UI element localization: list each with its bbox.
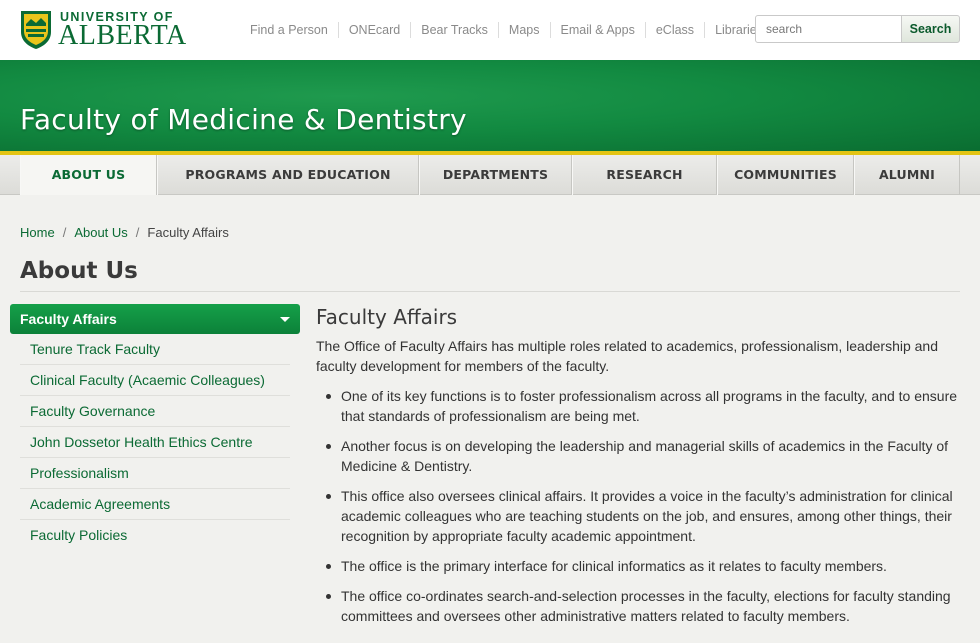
link-bear-tracks[interactable]: Bear Tracks (410, 22, 498, 38)
breadcrumb-separator: / (135, 225, 140, 240)
logo-text-bottom: ALBERTA (58, 20, 187, 51)
link-eclass[interactable]: eClass (644, 22, 704, 38)
nav-alumni[interactable]: ALUMNI (854, 155, 960, 195)
list-item: This office also oversees clinical affai… (316, 486, 962, 546)
breadcrumb-home[interactable]: Home (20, 225, 55, 240)
search-input[interactable] (755, 15, 903, 43)
sidebar-item-faculty-policies[interactable]: Faculty Policies (20, 520, 290, 551)
main-navigation: ABOUT US PROGRAMS AND EDUCATION DEPARTME… (0, 155, 980, 195)
university-crest-icon (21, 11, 51, 49)
list-item: Another focus is on developing the leade… (316, 436, 962, 476)
intro-paragraph: The Office of Faculty Affairs has multip… (316, 338, 939, 374)
responsibilities-list: One of its key functions is to foster pr… (316, 386, 962, 626)
nav-research[interactable]: RESEARCH (572, 155, 717, 195)
banner-title[interactable]: Faculty of Medicine & Dentistry (20, 103, 467, 136)
title-divider (20, 291, 960, 292)
list-item: The office co-ordinates search-and-selec… (316, 586, 962, 626)
sidebar-item-faculty-governance[interactable]: Faculty Governance (20, 396, 290, 427)
sidebar-menu: Tenure Track Faculty Clinical Faculty (A… (20, 334, 290, 551)
page-title: About Us (20, 258, 138, 284)
link-email-apps[interactable]: Email & Apps (549, 22, 645, 38)
nav-programs-and-education[interactable]: PROGRAMS AND EDUCATION (157, 155, 419, 195)
link-find-a-person[interactable]: Find a Person (240, 22, 338, 38)
search-button[interactable]: Search (901, 15, 960, 43)
breadcrumb: Home / About Us / Faculty Affairs (20, 225, 229, 240)
link-onecard[interactable]: ONEcard (337, 22, 410, 38)
sidebar-item-health-ethics-centre[interactable]: John Dossetor Health Ethics Centre (20, 427, 290, 458)
sidebar-section-heading[interactable]: Faculty Affairs (10, 304, 300, 334)
main-content: Faculty Affairs The Office of Faculty Af… (316, 304, 962, 636)
sidebar-heading-label: Faculty Affairs (20, 311, 117, 327)
list-item: One of its key functions is to foster pr… (316, 386, 962, 426)
nav-about-us[interactable]: ABOUT US (20, 155, 157, 195)
top-utility-bar: UNIVERSITY OF ALBERTA Find a Person ONEc… (0, 0, 980, 60)
breadcrumb-current: Faculty Affairs (147, 225, 229, 240)
breadcrumb-separator: / (62, 225, 67, 240)
sidebar-item-tenure-track-faculty[interactable]: Tenure Track Faculty (20, 334, 290, 365)
breadcrumb-about-us[interactable]: About Us (74, 225, 127, 240)
nav-communities[interactable]: COMMUNITIES (717, 155, 854, 195)
sidebar-item-academic-agreements[interactable]: Academic Agreements (20, 489, 290, 520)
university-logo[interactable]: UNIVERSITY OF ALBERTA (20, 10, 192, 52)
sidebar-item-clinical-faculty[interactable]: Clinical Faculty (Acaemic Colleagues) (20, 365, 290, 396)
content-heading: Faculty Affairs (316, 305, 458, 329)
dropdown-caret-icon (280, 317, 290, 322)
link-maps[interactable]: Maps (497, 22, 550, 38)
utility-links: Find a Person ONEcard Bear Tracks Maps E… (240, 22, 773, 38)
list-item: The office is the primary interface for … (316, 556, 962, 576)
sidebar-item-professionalism[interactable]: Professionalism (20, 458, 290, 489)
nav-departments[interactable]: DEPARTMENTS (419, 155, 572, 195)
